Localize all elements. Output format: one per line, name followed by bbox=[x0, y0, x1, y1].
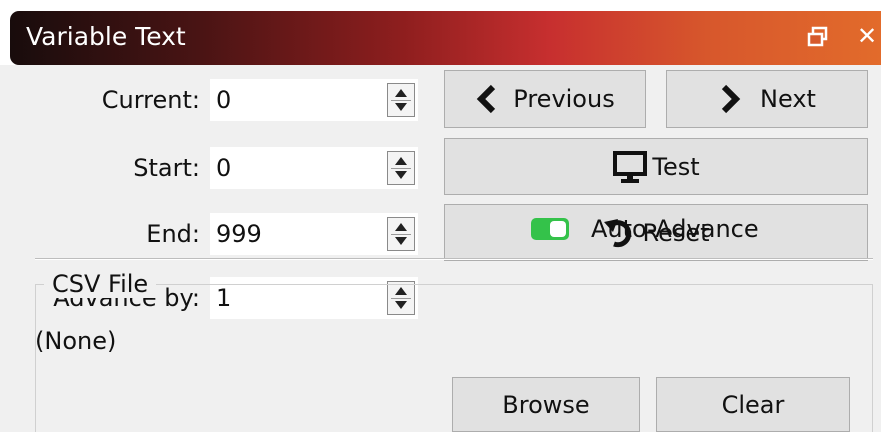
end-value[interactable]: 999 bbox=[216, 220, 262, 248]
csv-file-value: (None) bbox=[35, 327, 117, 355]
start-spinbox[interactable]: 0 bbox=[210, 147, 418, 189]
current-spinbox[interactable]: 0 bbox=[210, 79, 418, 121]
test-button[interactable]: Test bbox=[444, 138, 868, 195]
spin-down-icon[interactable] bbox=[395, 103, 407, 111]
end-spin-arrows[interactable] bbox=[387, 217, 415, 251]
title-bar[interactable]: Variable Text ✕ bbox=[10, 11, 881, 65]
spin-down-icon[interactable] bbox=[395, 237, 407, 245]
chevron-right-icon bbox=[721, 84, 741, 114]
window-title: Variable Text bbox=[26, 22, 186, 51]
clear-label: Clear bbox=[721, 390, 785, 419]
previous-label: Previous bbox=[513, 85, 615, 113]
current-label: Current: bbox=[101, 86, 200, 114]
spin-up-icon[interactable] bbox=[395, 157, 407, 165]
previous-button[interactable]: Previous bbox=[444, 70, 646, 128]
next-label: Next bbox=[760, 85, 816, 113]
end-label: End: bbox=[146, 220, 200, 248]
browse-label: Browse bbox=[502, 390, 590, 419]
current-value[interactable]: 0 bbox=[216, 86, 231, 114]
float-window-icon[interactable] bbox=[807, 26, 829, 48]
spin-down-icon[interactable] bbox=[395, 171, 407, 179]
toggle-knob bbox=[550, 221, 566, 237]
csv-file-group-title: CSV File bbox=[44, 270, 157, 298]
current-spin-arrows[interactable] bbox=[387, 83, 415, 117]
spin-up-icon[interactable] bbox=[395, 223, 407, 231]
auto-advance-toggle[interactable] bbox=[531, 218, 569, 240]
close-icon[interactable]: ✕ bbox=[857, 22, 877, 50]
chevron-left-icon bbox=[477, 84, 496, 114]
clear-button[interactable]: Clear bbox=[656, 377, 850, 432]
browse-button[interactable]: Browse bbox=[452, 377, 640, 432]
auto-advance-label[interactable]: Auto-Advance bbox=[591, 215, 759, 243]
next-button[interactable]: Next bbox=[666, 70, 868, 128]
monitor-icon bbox=[613, 150, 648, 183]
start-value[interactable]: 0 bbox=[216, 154, 231, 182]
start-spin-arrows[interactable] bbox=[387, 151, 415, 185]
test-label: Test bbox=[652, 152, 700, 181]
end-spinbox[interactable]: 999 bbox=[210, 213, 418, 255]
spin-up-icon[interactable] bbox=[395, 89, 407, 97]
start-label: Start: bbox=[133, 154, 200, 182]
